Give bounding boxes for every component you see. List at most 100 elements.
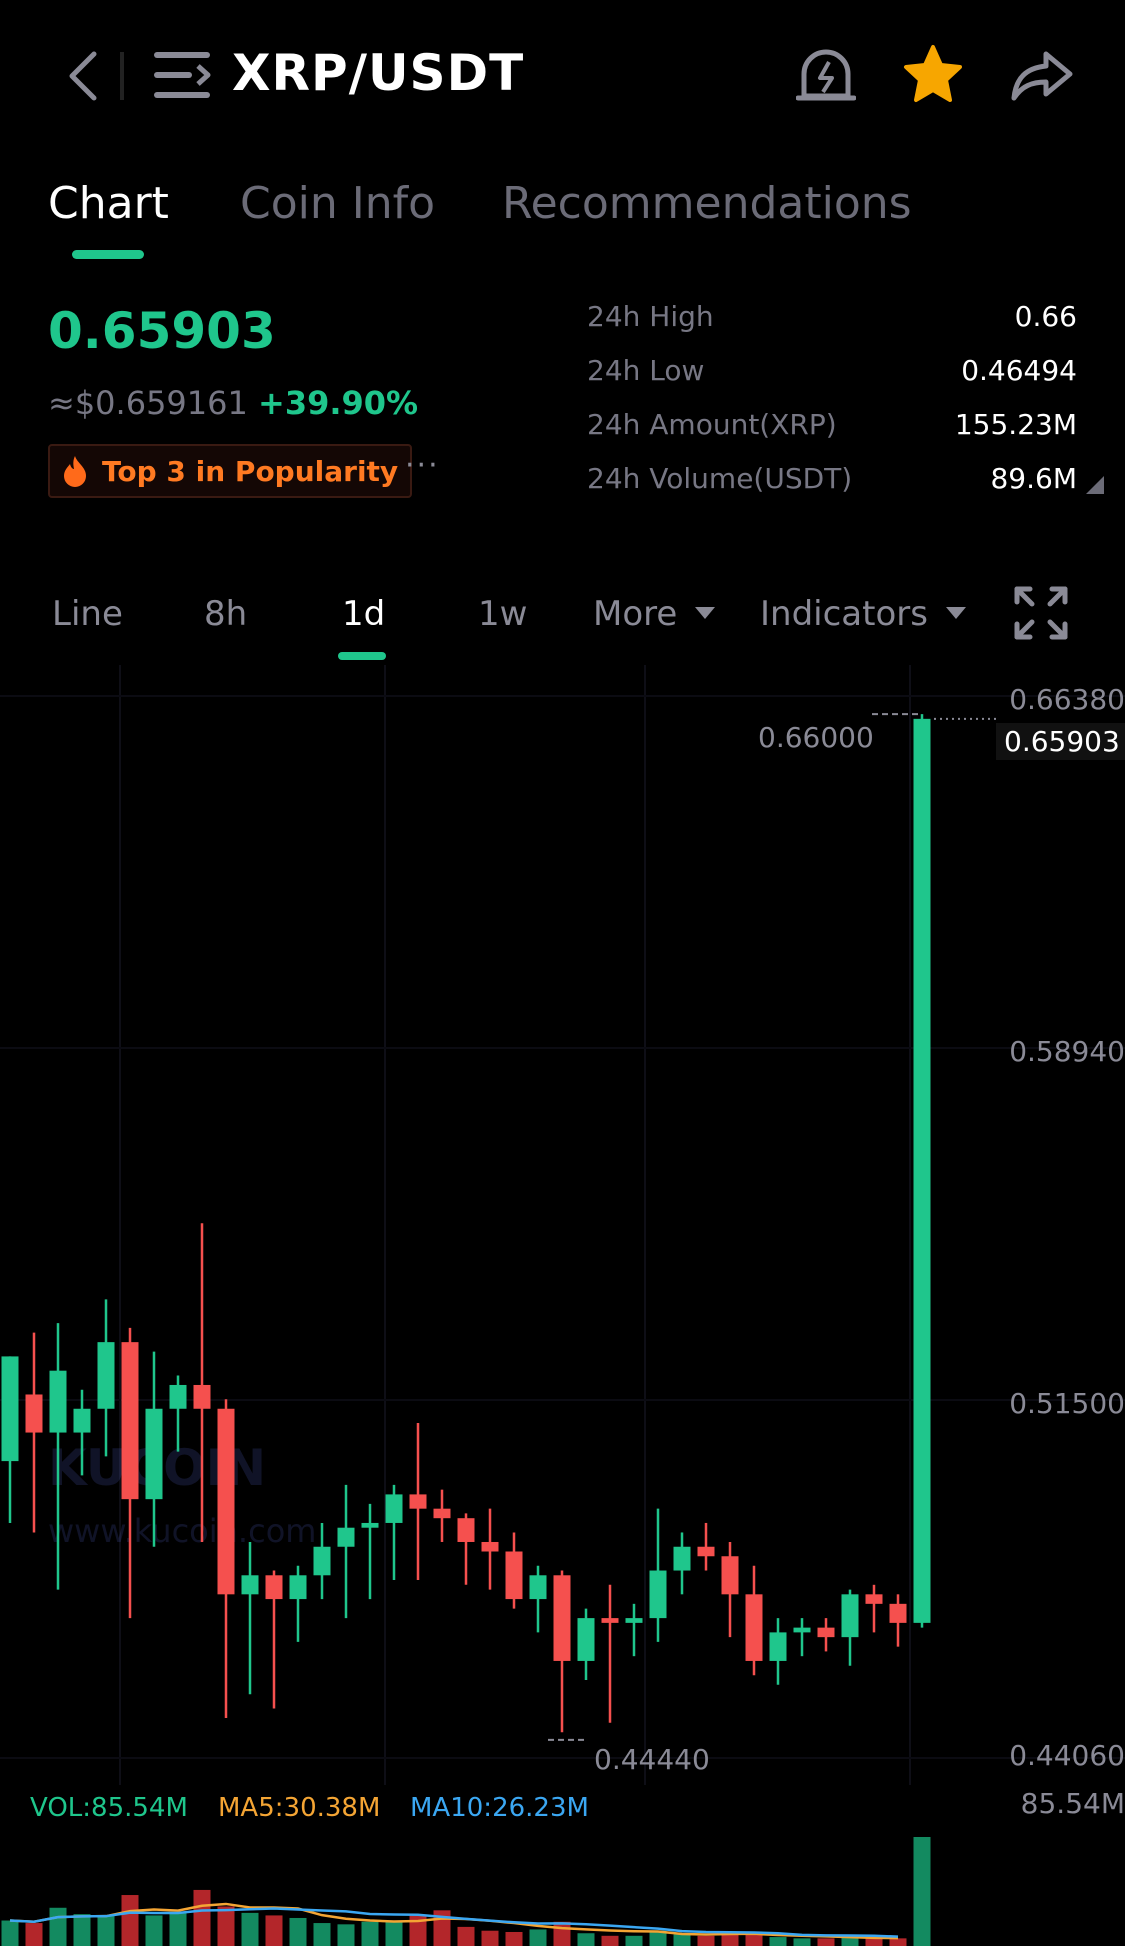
fullscreen-icon[interactable]	[1014, 586, 1068, 640]
interval-1d[interactable]: 1d	[342, 594, 385, 634]
divider	[120, 52, 124, 100]
candle-body	[433, 1508, 451, 1519]
volume-bar	[217, 1906, 235, 1946]
volume-bar	[601, 1935, 619, 1946]
interval-8h[interactable]: 8h	[204, 594, 247, 634]
candle-body	[745, 1594, 763, 1661]
watermark-url: www.kucoin.com	[48, 1512, 316, 1550]
interval-indicators[interactable]: Indicators	[760, 594, 967, 634]
stat-value-high: 0.66	[1014, 300, 1077, 333]
volume-bar	[529, 1929, 547, 1946]
candle-body	[97, 1342, 115, 1409]
menu-icon[interactable]	[154, 50, 214, 100]
stat-value-volume: 89.6M	[990, 462, 1077, 495]
candle-body	[193, 1384, 211, 1409]
volume-bar	[865, 1938, 883, 1946]
stat-label-amount: 24h Amount(XRP)	[587, 408, 837, 441]
caret-down-icon	[695, 607, 716, 619]
corner-triangle-icon	[1086, 476, 1104, 494]
candle-body	[361, 1522, 379, 1528]
candle-body	[769, 1632, 787, 1661]
share-icon[interactable]	[1010, 48, 1074, 104]
candle-body	[649, 1570, 667, 1619]
volume-bar	[1, 1920, 19, 1946]
y-tick-3: 0.44060	[1009, 1739, 1125, 1772]
volume-bars	[1, 1837, 931, 1946]
popularity-badge[interactable]: Top 3 in Popularity	[48, 444, 413, 498]
price-lines	[548, 713, 1000, 1741]
candle-body	[49, 1370, 67, 1433]
chart-canvas[interactable]: KUCOIN www.kucoin.com	[0, 665, 1125, 1946]
interval-active-indicator	[338, 652, 386, 660]
volume-bar	[145, 1915, 163, 1946]
interval-line[interactable]: Line	[52, 594, 123, 634]
candle-body	[121, 1342, 139, 1500]
more-dots-icon[interactable]: ···	[405, 448, 440, 483]
candlestick-chart[interactable]: KUCOIN www.kucoin.com 0.66380 0.58940 0.…	[0, 665, 1125, 1946]
candle-body	[265, 1575, 283, 1600]
volume-bar	[769, 1937, 787, 1946]
flame-icon	[64, 456, 86, 487]
candle-body	[313, 1546, 331, 1576]
volume-bar	[73, 1914, 91, 1946]
candle-body	[529, 1575, 547, 1600]
volume-bar	[913, 1837, 931, 1946]
tab-active-indicator	[72, 250, 144, 259]
caret-down-icon	[945, 607, 966, 619]
volume-bar	[889, 1938, 907, 1946]
vol-axis-top: 85.54M	[1020, 1787, 1125, 1820]
volume-bar	[577, 1933, 595, 1946]
low-marker: 0.44440	[594, 1743, 710, 1776]
volume-bar	[625, 1935, 643, 1946]
volume-bar	[697, 1935, 715, 1946]
last-price: 0.65903	[48, 302, 276, 360]
top-bar: XRP/USDT	[0, 0, 1125, 150]
volume-bar	[97, 1915, 115, 1946]
candle-body	[145, 1408, 163, 1500]
tab-chart[interactable]: Chart	[48, 178, 169, 229]
candle-body	[865, 1594, 883, 1604]
candle-body	[481, 1541, 499, 1552]
y-tick-0: 0.66380	[1009, 683, 1125, 716]
popularity-badge-label: Top 3 in Popularity	[102, 454, 399, 488]
tab-coin-info[interactable]: Coin Info	[240, 178, 435, 229]
price-change: +39.90%	[258, 384, 419, 422]
candle-body	[793, 1627, 811, 1633]
volume-bar	[481, 1930, 499, 1946]
interval-1w[interactable]: 1w	[478, 594, 527, 634]
pair-title[interactable]: XRP/USDT	[232, 44, 524, 102]
volume-bar	[241, 1912, 259, 1946]
volume-bar	[793, 1938, 811, 1946]
interval-more[interactable]: More	[593, 594, 716, 634]
star-icon[interactable]	[902, 44, 964, 104]
ma5-label: MA5:30.38M	[218, 1793, 381, 1823]
candle-body	[385, 1494, 403, 1523]
candle-body	[289, 1575, 307, 1600]
volume-bar	[553, 1921, 571, 1946]
stat-label-low: 24h Low	[587, 354, 705, 387]
y-tick-2: 0.51500	[1009, 1387, 1125, 1420]
candle-body	[25, 1394, 43, 1433]
volume-bar	[49, 1907, 67, 1946]
stat-label-volume: 24h Volume(USDT)	[587, 462, 853, 495]
candles	[1, 714, 931, 1733]
stat-value-low: 0.46494	[961, 354, 1077, 387]
candle-body	[841, 1594, 859, 1638]
candle-body	[337, 1527, 355, 1547]
ma-lines	[9, 1902, 899, 1940]
watermark: KUCOIN www.kucoin.com	[48, 1439, 316, 1550]
candle-body	[409, 1494, 427, 1509]
volume-bar	[457, 1926, 475, 1946]
candle-body	[601, 1618, 619, 1623]
tab-recommendations[interactable]: Recommendations	[502, 178, 912, 229]
back-icon[interactable]	[64, 48, 104, 104]
candle-body	[697, 1546, 715, 1557]
volume-bar	[169, 1912, 187, 1946]
volume-bar	[385, 1920, 403, 1946]
high-marker: 0.66000	[758, 721, 874, 754]
alert-icon[interactable]	[796, 48, 856, 104]
usd-price: ≈$0.659161	[48, 384, 248, 422]
candle-body	[169, 1384, 187, 1409]
candle-body	[625, 1618, 643, 1623]
candle-body	[673, 1546, 691, 1571]
